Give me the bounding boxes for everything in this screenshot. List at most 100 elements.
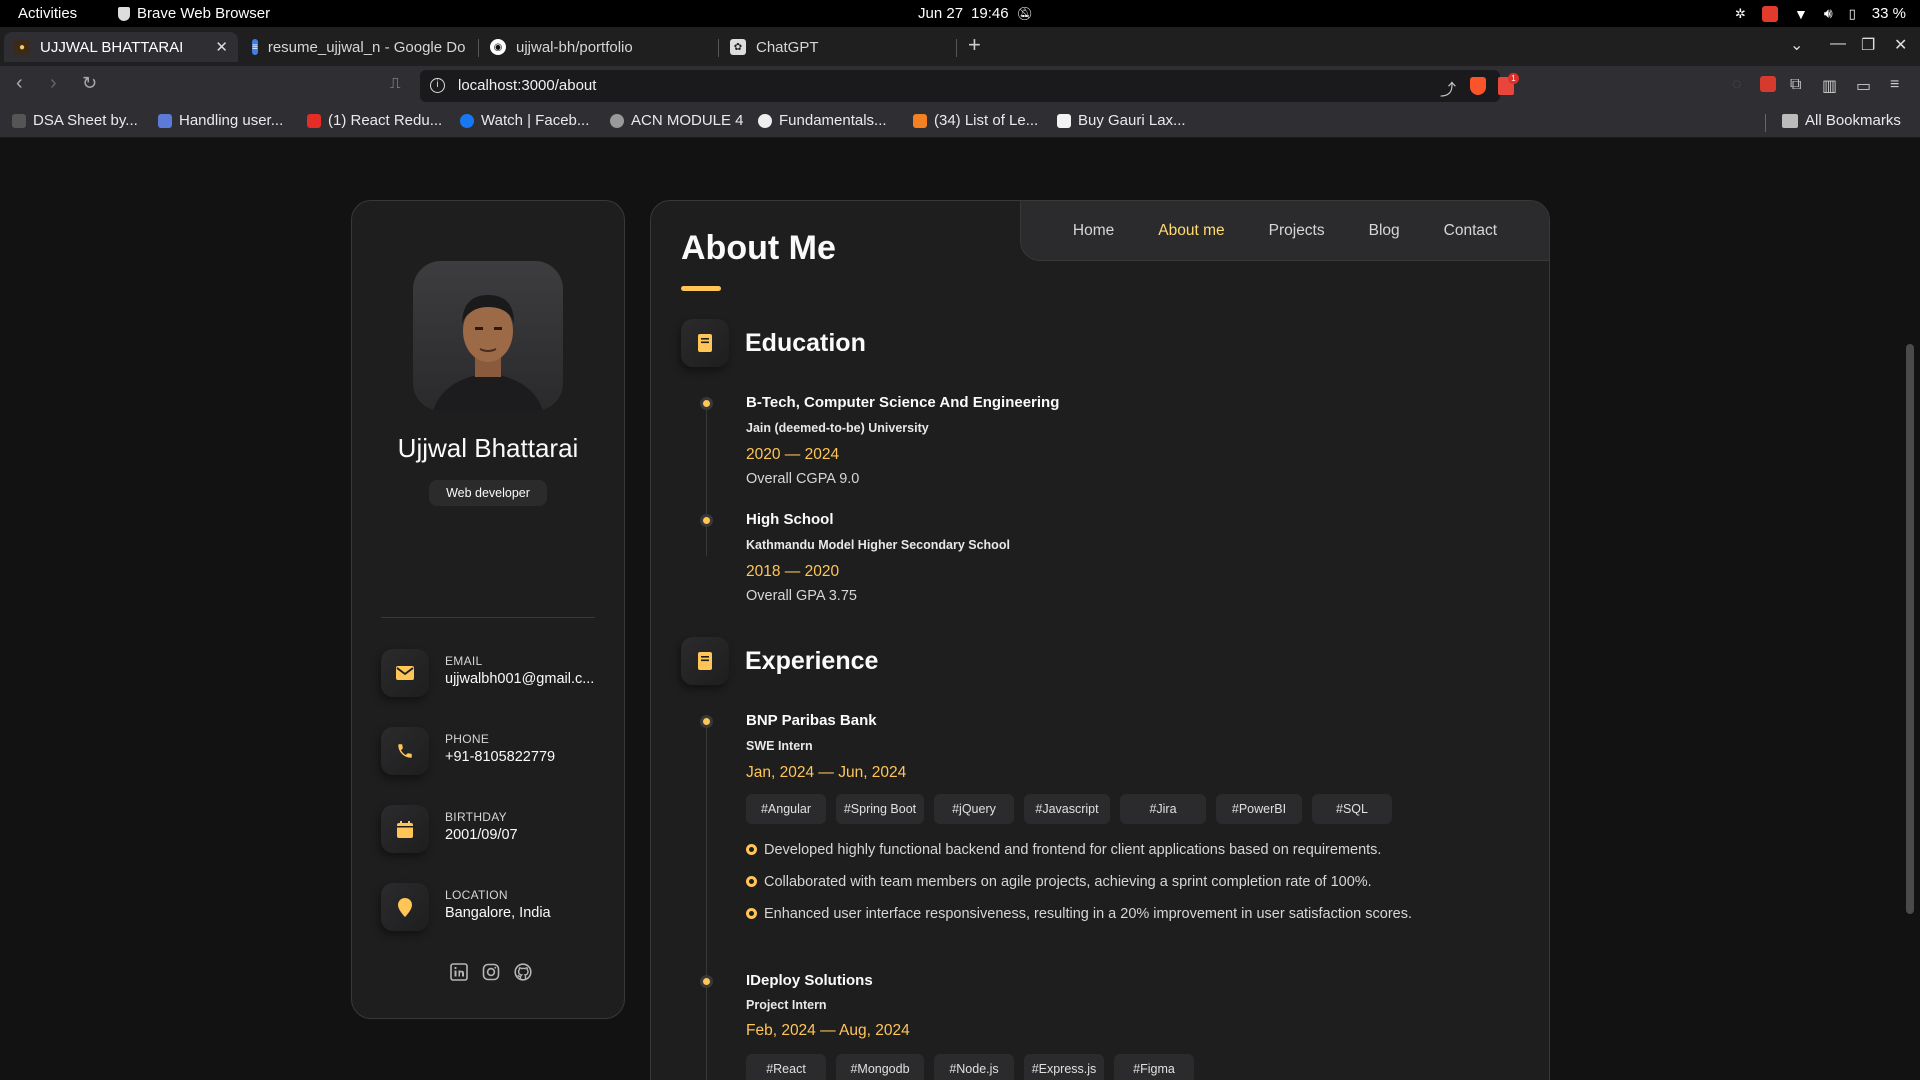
contact-label: EMAIL [445, 654, 483, 668]
minimize-window-icon[interactable]: — [1830, 35, 1846, 53]
os-top-bar: Activities Brave Web Browser Jun 27 19:4… [0, 0, 1920, 27]
avatar [413, 261, 563, 411]
system-tray[interactable]: ✲ ▼ 🔊︎ ▯ 33 % [1735, 5, 1906, 22]
extensions-puzzle-icon[interactable]: ⧉ [1790, 76, 1801, 94]
close-tab-icon[interactable]: ✕ [215, 38, 228, 56]
timeline-line [706, 401, 707, 556]
nav-link-projects[interactable]: Projects [1269, 222, 1325, 240]
all-bookmarks-folder[interactable]: All Bookmarks [1782, 112, 1901, 129]
main-navbar: Home About me Projects Blog Contact [1020, 201, 1549, 261]
url-text[interactable]: localhost:3000/about [458, 77, 596, 94]
tab-separator [718, 39, 719, 57]
page-title: About Me [681, 229, 836, 267]
tab-portfolio[interactable]: ● UJJWAL BHATTARAI ✕ [4, 32, 238, 62]
wallet-icon[interactable]: ▭ [1856, 76, 1871, 96]
tech-tag: #Node.js [934, 1054, 1014, 1080]
bookmark-item[interactable]: Buy Gauri Lax... [1057, 112, 1186, 129]
restore-window-icon[interactable]: ❐ [1861, 35, 1875, 55]
contact-birthday: BIRTHDAY 2001/09/07 [381, 805, 611, 853]
forward-arrow-icon[interactable]: › [50, 72, 57, 95]
education-dates: 2020 — 2024 [746, 446, 840, 463]
extension-red-icon[interactable] [1760, 76, 1776, 97]
share-icon[interactable]: ⤴ [1440, 76, 1456, 100]
tech-tag: #SQL [1312, 794, 1392, 824]
bookmark-favicon-icon [158, 113, 172, 128]
close-window-icon[interactable]: ✕ [1894, 35, 1907, 55]
nav-link-blog[interactable]: Blog [1369, 222, 1400, 240]
tab-chatgpt[interactable]: ✿ ChatGPT [720, 32, 956, 62]
experience-company: BNP Paribas Bank [746, 712, 877, 729]
contact-link[interactable]: ujjwalbh001@gmail.c... [445, 671, 595, 687]
timeline-dot [700, 397, 713, 410]
tab-label: ujjwal-bh/portfolio [516, 38, 633, 56]
clock-date: Jun 27 [918, 5, 964, 22]
timeline-dot [700, 715, 713, 728]
folder-icon [1782, 113, 1798, 128]
brave-shields-icon[interactable] [1470, 77, 1486, 95]
rewards-badge: 1 [1508, 73, 1519, 84]
contact-label: LOCATION [445, 888, 508, 902]
education-school: Jain (deemed-to-be) University [746, 421, 929, 435]
activities-button[interactable]: Activities [18, 5, 77, 22]
bookmark-item[interactable]: (34) List of Le... [913, 112, 1038, 129]
profile-role-badge: Web developer [429, 480, 547, 506]
vpn-icon[interactable]: ◌ [1732, 76, 1742, 94]
contact-phone: PHONE +91-8105822779 [381, 727, 611, 775]
bookmark-page-icon[interactable]: ⎍ [390, 75, 401, 92]
notifications-muted-icon: 🔕︎ [1016, 5, 1034, 21]
address-bar[interactable]: i localhost:3000/about ⤴ 1 [420, 70, 1519, 102]
contact-label: PHONE [445, 732, 490, 746]
nav-link-about[interactable]: About me [1158, 222, 1224, 240]
nav-link-home[interactable]: Home [1073, 222, 1114, 240]
bookmark-item[interactable]: ACN MODULE 4 [610, 112, 744, 129]
sidebar-toggle-icon[interactable]: ▥ [1822, 76, 1837, 96]
battery-icon: ▯ [1848, 5, 1856, 21]
timeline-dot [700, 514, 713, 527]
github-icon[interactable] [514, 963, 532, 986]
instagram-icon[interactable] [482, 963, 500, 986]
menu-icon[interactable]: ≡ [1890, 76, 1899, 94]
clock[interactable]: Jun 27 19:46 🔕︎ [918, 5, 1033, 22]
experience-dates: Feb, 2024 — Aug, 2024 [746, 1022, 910, 1039]
stackoverflow-icon [913, 113, 927, 128]
linkedin-icon[interactable] [450, 963, 468, 986]
bookmark-item[interactable]: Fundamentals... [758, 112, 887, 129]
tech-tag: #jQuery [934, 794, 1014, 824]
tab-separator [956, 39, 957, 57]
bookmarks-bar: DSA Sheet by... Handling user... (1) Rea… [0, 106, 1920, 138]
bookmark-item[interactable]: Watch | Faceb... [460, 112, 589, 129]
page-scrollbar[interactable] [1906, 344, 1914, 914]
wifi-icon: ▼ [1793, 5, 1808, 22]
reload-icon[interactable]: ↻ [82, 73, 97, 94]
tab-resume[interactable]: ≡ resume_ujjwal_n - Google Do [242, 32, 472, 62]
contact-link[interactable]: +91-8105822779 [445, 749, 595, 765]
app-menu[interactable]: Brave Web Browser [118, 5, 270, 22]
bookmark-item[interactable]: Handling user... [158, 112, 283, 129]
tab-label: UJJWAL BHATTARAI [40, 38, 184, 56]
book-icon [681, 637, 729, 685]
app-name: Brave Web Browser [137, 5, 271, 22]
tab-label: resume_ujjwal_n - Google Do [267, 38, 466, 56]
tab-search-chevron-icon[interactable]: ⌄ [1790, 35, 1803, 55]
tab-github[interactable]: ◉ ujjwal-bh/portfolio [480, 32, 716, 62]
bullet-text: Developed highly functional backend and … [764, 842, 1382, 858]
facebook-icon [460, 113, 474, 128]
contact-label: BIRTHDAY [445, 810, 507, 824]
education-degree: High School [746, 511, 834, 528]
bookmark-item[interactable]: (1) React Redu... [307, 112, 442, 129]
bookmark-item[interactable]: DSA Sheet by... [12, 112, 138, 129]
portfolio-favicon-icon: ● [14, 39, 30, 55]
education-heading: Education [745, 329, 866, 357]
google-docs-icon: ≡ [252, 39, 258, 55]
tab-label: ChatGPT [756, 38, 819, 56]
sidebar-divider [381, 617, 595, 618]
bullet-dot-icon [746, 844, 757, 855]
bullet-dot-icon [746, 876, 757, 887]
education-degree: B-Tech, Computer Science And Engineering [746, 394, 1060, 411]
experience-role: Project Intern [746, 998, 827, 1012]
back-arrow-icon[interactable]: ‹ [16, 72, 23, 95]
nav-link-contact[interactable]: Contact [1444, 222, 1497, 240]
tech-tag: #PowerBI [1216, 794, 1302, 824]
site-info-icon[interactable]: i [430, 78, 445, 93]
new-tab-button[interactable]: + [968, 32, 981, 58]
